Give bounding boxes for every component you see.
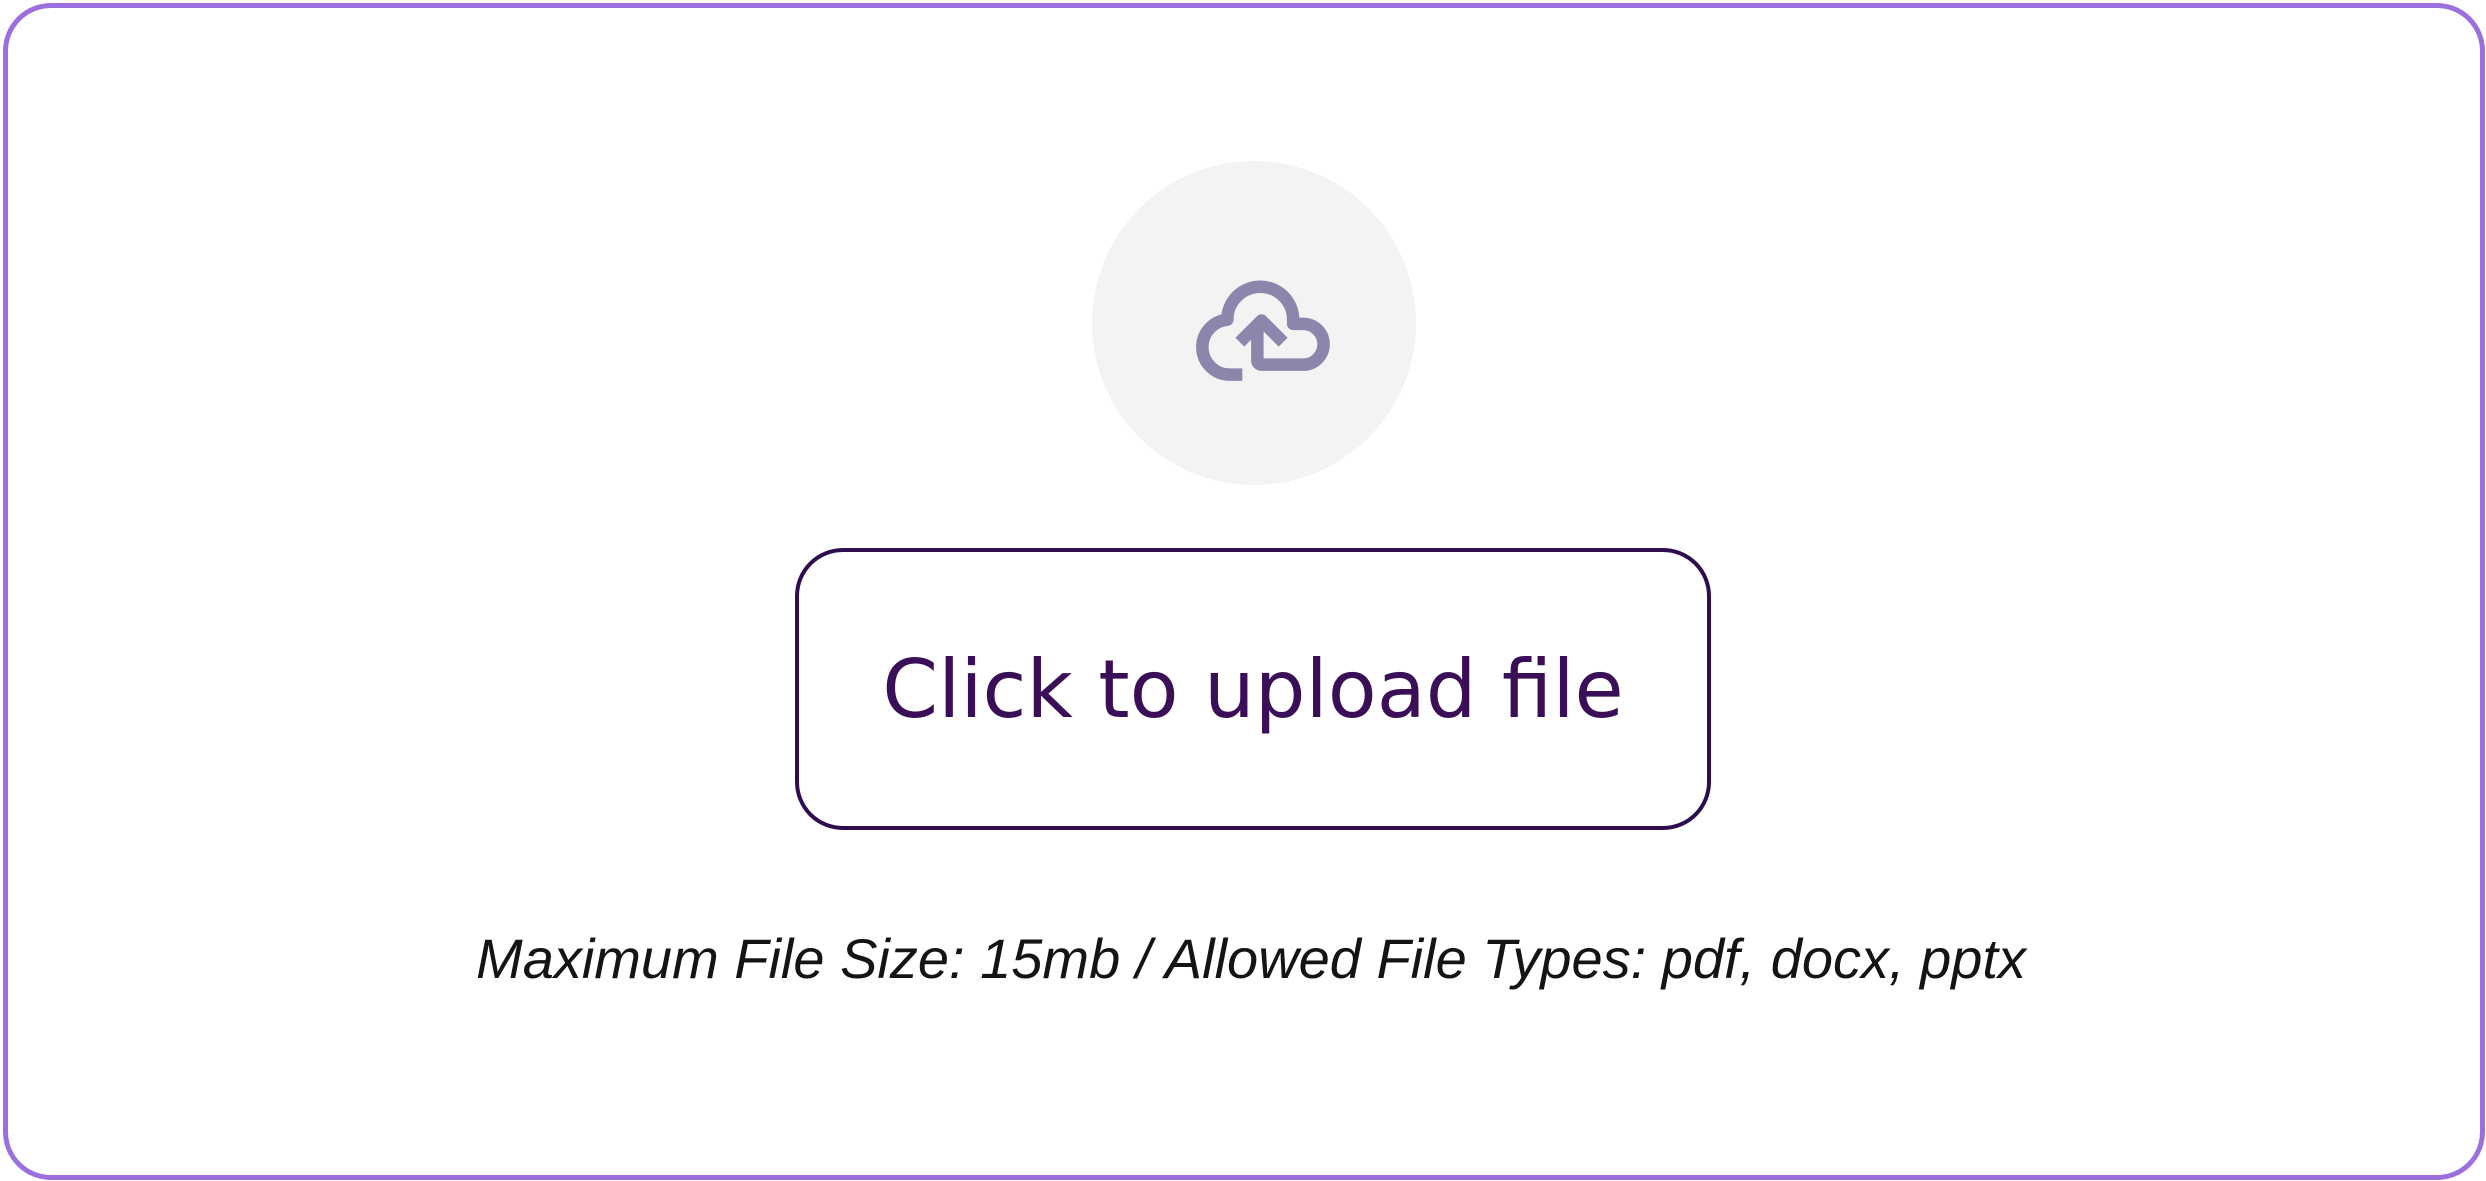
cloud-upload-icon — [1196, 280, 1330, 381]
file-upload-dropzone[interactable]: Click to upload file Maximum File Size: … — [3, 3, 2485, 1180]
upload-button-label: Click to upload file — [882, 642, 1624, 736]
upload-file-button[interactable]: Click to upload file — [795, 548, 1711, 830]
upload-icon-container — [1092, 161, 1416, 485]
file-constraints-hint: Maximum File Size: 15mb / Allowed File T… — [476, 927, 2026, 990]
